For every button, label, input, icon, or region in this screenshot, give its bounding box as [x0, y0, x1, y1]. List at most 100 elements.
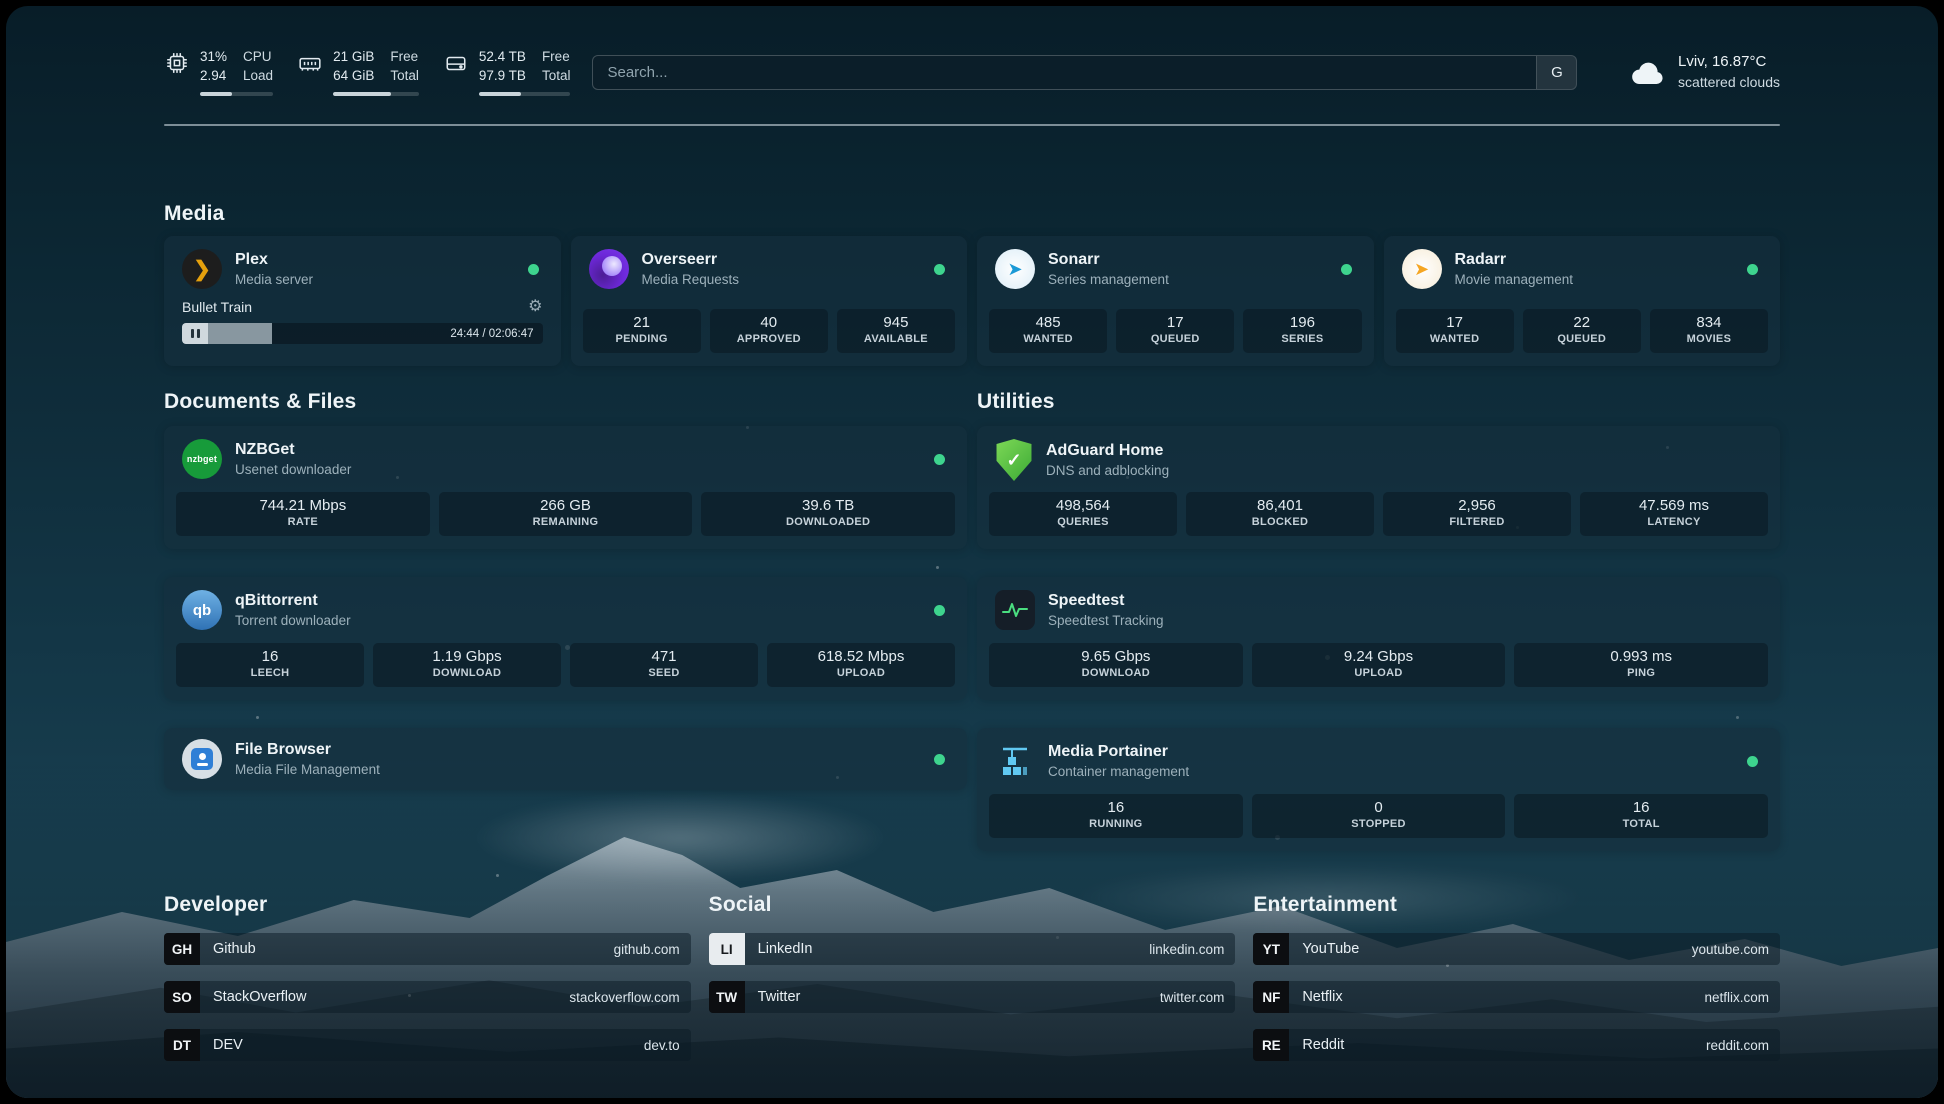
- bookmark-stackoverflow[interactable]: SO StackOverflow stackoverflow.com: [164, 981, 691, 1013]
- bookmark-url: linkedin.com: [1149, 942, 1235, 957]
- bookmark-twitter[interactable]: TW Twitter twitter.com: [709, 981, 1236, 1013]
- player-time: 24:44 / 02:06:47: [450, 328, 533, 340]
- nzbget-icon-text: nzbget: [187, 454, 217, 464]
- disk-icon: [443, 50, 469, 76]
- documents-column: Documents & Files nzbget NZBGet Usenet d…: [164, 390, 967, 851]
- stat-box: 498,564 QUERIES: [989, 492, 1177, 537]
- stat-value: 17: [1120, 314, 1230, 333]
- app-desc: Media server: [235, 271, 313, 289]
- stat-value: 86,401: [1190, 497, 1370, 516]
- stat-label: TOTAL: [1518, 818, 1764, 832]
- weather-widget: Lviv, 16.87°C scattered clouds: [1630, 52, 1780, 91]
- disk-stat-widget: 52.4 TB 97.9 TB Free Total: [443, 48, 571, 97]
- radarr-header: ➤ Radarr Movie management: [1396, 249, 1769, 289]
- stat-value: 21: [587, 314, 697, 333]
- stat-value: 9.65 Gbps: [993, 648, 1239, 667]
- stat-label: MOVIES: [1654, 333, 1764, 347]
- app-card-overseerr[interactable]: Overseerr Media Requests 21 PENDING 40 A…: [571, 236, 968, 366]
- app-card-sonarr[interactable]: ➤ Sonarr Series management 485 WANTED 17…: [977, 236, 1374, 366]
- stat-value: 196: [1247, 314, 1357, 333]
- app-card-adguard[interactable]: ✓ AdGuard Home DNS and adblocking 498,56…: [977, 426, 1780, 549]
- overseerr-stats: 21 PENDING 40 APPROVED 945 AVAILABLE: [583, 309, 956, 354]
- status-dot: [934, 754, 945, 765]
- stat-box: 21 PENDING: [583, 309, 701, 354]
- player-progress-bar[interactable]: 24:44 / 02:06:47: [182, 323, 543, 344]
- dashboard-content: 31% 2.94 CPU Load: [164, 6, 1780, 1061]
- stat-value: 39.6 TB: [705, 497, 951, 516]
- app-desc: Usenet downloader: [235, 461, 351, 479]
- weather-location: Lviv, 16.87°C: [1678, 52, 1780, 72]
- nzbget-header: nzbget NZBGet Usenet downloader: [176, 439, 955, 479]
- bookmark-linkedin[interactable]: LI LinkedIn linkedin.com: [709, 933, 1236, 965]
- pause-button[interactable]: [182, 323, 208, 344]
- app-desc: Media File Management: [235, 761, 380, 779]
- disk-stat-values: 52.4 TB 97.9 TB Free Total: [479, 48, 571, 86]
- app-card-nzbget[interactable]: nzbget NZBGet Usenet downloader 744.21 M…: [164, 426, 967, 549]
- search-input[interactable]: [593, 56, 1536, 89]
- app-name: Radarr: [1455, 250, 1574, 271]
- ram-progress-fill: [333, 92, 390, 96]
- app-name: Plex: [235, 250, 313, 271]
- dashboard-screen: 31% 2.94 CPU Load: [6, 6, 1938, 1098]
- section-heading-entertainment: Entertainment: [1253, 893, 1780, 917]
- stat-box: 945 AVAILABLE: [837, 309, 955, 354]
- app-card-plex[interactable]: ❯ Plex Media server Bullet Train ⚙: [164, 236, 561, 366]
- stat-value: 834: [1654, 314, 1764, 333]
- stat-label: BLOCKED: [1190, 516, 1370, 530]
- disk-free-label: Free: [542, 48, 571, 67]
- app-card-filebrowser[interactable]: File Browser Media File Management: [164, 728, 967, 790]
- ram-stat-values: 21 GiB 64 GiB Free Total: [333, 48, 419, 86]
- stat-label: QUERIES: [993, 516, 1173, 530]
- bookmark-url: netflix.com: [1704, 990, 1780, 1005]
- qbittorrent-icon: qb: [182, 590, 222, 630]
- stat-box: 17 WANTED: [1396, 309, 1514, 354]
- stat-label: APPROVED: [714, 333, 824, 347]
- bookmark-youtube[interactable]: YT YouTube youtube.com: [1253, 933, 1780, 965]
- bookmark-netflix[interactable]: NF Netflix netflix.com: [1253, 981, 1780, 1013]
- stat-value: 0: [1256, 799, 1502, 818]
- stat-box: 16 LEECH: [176, 643, 364, 688]
- plex-now-playing: Bullet Train ⚙ 24:44 / 02:06:47: [176, 299, 549, 344]
- adguard-shield-icon: ✓: [995, 439, 1033, 481]
- netflix-icon: NF: [1253, 981, 1289, 1013]
- stat-value: 16: [993, 799, 1239, 818]
- app-name: Speedtest: [1048, 591, 1164, 612]
- stat-box: 485 WANTED: [989, 309, 1107, 354]
- cpu-stat-widget: 31% 2.94 CPU Load: [164, 48, 273, 97]
- stat-value: 744.21 Mbps: [180, 497, 426, 516]
- gear-icon[interactable]: ⚙: [528, 299, 542, 315]
- dev-icon: DT: [164, 1029, 200, 1061]
- ram-total-value: 64 GiB: [333, 67, 374, 86]
- app-card-portainer[interactable]: Media Portainer Container management 16 …: [977, 728, 1780, 851]
- bookmark-github[interactable]: GH Github github.com: [164, 933, 691, 965]
- weather-condition: scattered clouds: [1678, 73, 1780, 92]
- sonarr-header: ➤ Sonarr Series management: [989, 249, 1362, 289]
- stat-label: QUEUED: [1120, 333, 1230, 347]
- stat-label: LEECH: [180, 667, 360, 681]
- search-engine-button[interactable]: G: [1536, 56, 1576, 89]
- app-card-speedtest[interactable]: Speedtest Speedtest Tracking 9.65 Gbps D…: [977, 577, 1780, 700]
- status-dot: [934, 264, 945, 275]
- speedtest-icon: [995, 590, 1035, 630]
- app-card-radarr[interactable]: ➤ Radarr Movie management 17 WANTED 22 Q…: [1384, 236, 1781, 366]
- reddit-icon: RE: [1253, 1029, 1289, 1061]
- bookmark-url: stackoverflow.com: [569, 990, 690, 1005]
- stat-box: 618.52 Mbps UPLOAD: [767, 643, 955, 688]
- stat-box: 471 SEED: [570, 643, 758, 688]
- stat-value: 16: [180, 648, 360, 667]
- disk-total-value: 97.9 TB: [479, 67, 526, 86]
- stat-value: 498,564: [993, 497, 1173, 516]
- overseerr-icon: [589, 249, 629, 289]
- disk-total-label: Total: [542, 67, 571, 86]
- stat-label: STOPPED: [1256, 818, 1502, 832]
- app-card-qbittorrent[interactable]: qb qBittorrent Torrent downloader 16: [164, 577, 967, 700]
- bookmark-reddit[interactable]: RE Reddit reddit.com: [1253, 1029, 1780, 1061]
- stat-label: SEED: [574, 667, 754, 681]
- stackoverflow-icon: SO: [164, 981, 200, 1013]
- cpu-progress-bar: [200, 92, 273, 96]
- search-bar: G: [592, 55, 1577, 90]
- adguard-header: ✓ AdGuard Home DNS and adblocking: [989, 439, 1768, 481]
- bookmark-name: Twitter: [758, 989, 801, 1005]
- cpu-loadavg-value: 2.94: [200, 67, 227, 86]
- bookmark-dev[interactable]: DT DEV dev.to: [164, 1029, 691, 1061]
